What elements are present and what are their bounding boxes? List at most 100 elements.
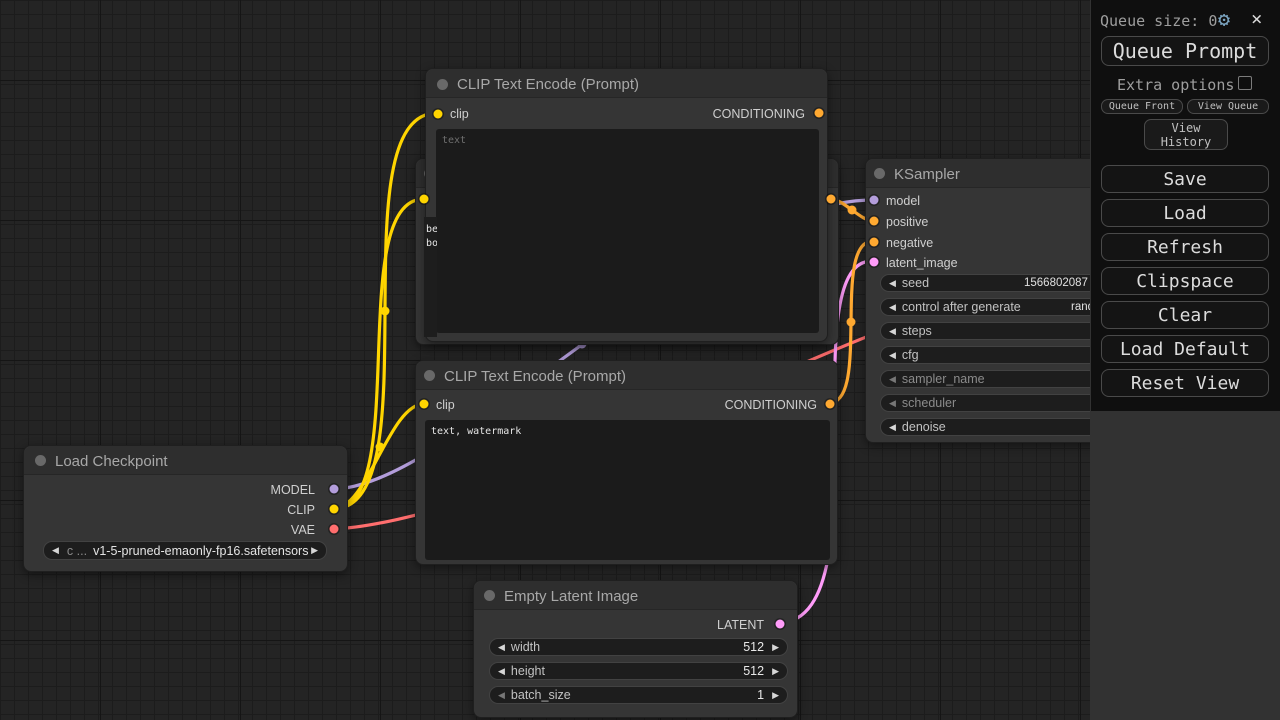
port-clip-input[interactable]	[420, 400, 429, 409]
increment-icon[interactable]: ▶	[772, 691, 779, 700]
port-conditioning-output[interactable]	[827, 195, 836, 204]
save-button[interactable]: Save	[1101, 165, 1269, 193]
port-clip-input[interactable]	[420, 195, 429, 204]
prompt-textarea[interactable]: text	[436, 129, 819, 333]
widget-label: c ...	[67, 544, 87, 558]
widget-label: denoise	[902, 420, 946, 434]
port-label: positive	[886, 215, 928, 229]
decrement-icon[interactable]: ◀	[889, 279, 896, 288]
widget-label: sampler_name	[902, 372, 985, 386]
link-dot	[847, 318, 856, 327]
collapse-dot-icon[interactable]	[35, 455, 46, 466]
port-label: LATENT	[717, 618, 764, 632]
node-title: Load Checkpoint	[55, 453, 168, 470]
collapse-dot-icon[interactable]	[874, 168, 885, 179]
widget-sampler-name[interactable]: ◀ sampler_name	[880, 370, 1090, 388]
link-dot	[848, 206, 857, 215]
port-negative-input[interactable]	[870, 238, 879, 247]
decrement-icon[interactable]: ◀	[889, 375, 896, 384]
port-positive-input[interactable]	[870, 217, 879, 226]
node-clip-text-encode-top[interactable]: CLIP Text Encode (Prompt) clip CONDITION…	[425, 68, 828, 342]
port-vae-output[interactable]	[330, 525, 339, 534]
widget-height[interactable]: ◀ height 512 ▶	[489, 662, 788, 680]
port-label: CONDITIONING	[725, 398, 817, 412]
node-title: KSampler	[894, 166, 960, 183]
decrement-icon[interactable]: ◀	[498, 643, 505, 652]
widget-seed[interactable]: ◀ seed 1566802087	[880, 274, 1090, 292]
widget-width[interactable]: ◀ width 512 ▶	[489, 638, 788, 656]
port-clip-output[interactable]	[330, 505, 339, 514]
port-latent-image-input[interactable]	[870, 258, 879, 267]
link-dot	[376, 443, 385, 452]
widget-denoise[interactable]: ◀ denoise	[880, 418, 1090, 436]
node-load-checkpoint[interactable]: Load Checkpoint MODEL CLIP VAE ◀ c ... v…	[23, 445, 348, 572]
increment-icon[interactable]: ▶	[772, 643, 779, 652]
refresh-button[interactable]: Refresh	[1101, 233, 1269, 261]
load-button[interactable]: Load	[1101, 199, 1269, 227]
graph-canvas[interactable]: be bo CLIP Text Encode (Prompt) clip CON…	[0, 0, 1090, 720]
port-conditioning-output[interactable]	[815, 109, 824, 118]
node-ksampler[interactable]: KSampler model positive negative latent_…	[865, 158, 1090, 443]
decrement-icon[interactable]: ◀	[889, 351, 896, 360]
port-model-input[interactable]	[870, 196, 879, 205]
port-label: negative	[886, 236, 933, 250]
close-icon[interactable]: ×	[1251, 8, 1262, 30]
widget-label: scheduler	[902, 396, 956, 410]
comfyui-app: be bo CLIP Text Encode (Prompt) clip CON…	[0, 0, 1280, 720]
next-option-icon[interactable]: ▶	[311, 546, 318, 555]
port-label: clip	[436, 398, 455, 412]
decrement-icon[interactable]: ◀	[889, 423, 896, 432]
view-queue-button[interactable]: View Queue	[1187, 99, 1269, 114]
widget-value: v1-5-pruned-emaonly-fp16.safetensors	[93, 544, 308, 558]
settings-gear-icon[interactable]: ⚙	[1218, 7, 1230, 31]
widget-value: 512	[743, 640, 764, 654]
prompt-line: be	[426, 223, 437, 237]
widget-label: steps	[902, 324, 932, 338]
node-empty-latent-image[interactable]: Empty Latent Image LATENT ◀ width 512 ▶ …	[473, 580, 798, 718]
prev-option-icon[interactable]: ◀	[52, 546, 59, 555]
widget-label: seed	[902, 276, 929, 290]
collapse-dot-icon[interactable]	[437, 79, 448, 90]
collapse-dot-icon[interactable]	[484, 590, 495, 601]
node-clip-text-encode-negative[interactable]: CLIP Text Encode (Prompt) clip CONDITION…	[415, 360, 838, 565]
widget-scheduler[interactable]: ◀ scheduler	[880, 394, 1090, 412]
clipspace-button[interactable]: Clipspace	[1101, 267, 1269, 295]
port-clip-input[interactable]	[434, 110, 443, 119]
increment-icon[interactable]: ▶	[772, 667, 779, 676]
port-label: CONDITIONING	[713, 107, 805, 121]
port-conditioning-output[interactable]	[826, 400, 835, 409]
clear-button[interactable]: Clear	[1101, 301, 1269, 329]
port-latent-output[interactable]	[776, 620, 785, 629]
link-dot	[381, 307, 390, 316]
port-model-output[interactable]	[330, 485, 339, 494]
decrement-icon[interactable]: ◀	[889, 399, 896, 408]
widget-value: 1566802087	[1024, 277, 1088, 289]
prompt-line: bo	[426, 237, 437, 251]
widget-steps[interactable]: ◀ steps	[880, 322, 1090, 340]
positive-prompt-textarea[interactable]: be bo	[424, 217, 437, 337]
widget-batch-size[interactable]: ◀ batch_size 1 ▶	[489, 686, 788, 704]
port-label: model	[886, 194, 920, 208]
queue-prompt-button[interactable]: Queue Prompt	[1101, 36, 1269, 66]
decrement-icon[interactable]: ◀	[889, 303, 896, 312]
decrement-icon[interactable]: ◀	[498, 691, 505, 700]
collapse-dot-icon[interactable]	[424, 370, 435, 381]
widget-control-after-generate[interactable]: ◀ control after generate randomize	[880, 298, 1090, 316]
widget-ckpt-name[interactable]: ◀ c ... v1-5-pruned-emaonly-fp16.safeten…	[43, 541, 327, 560]
extra-options-label: Extra options	[1117, 76, 1234, 94]
port-label: clip	[450, 107, 469, 121]
prompt-textarea[interactable]: text, watermark	[425, 420, 830, 560]
decrement-icon[interactable]: ◀	[889, 327, 896, 336]
view-history-button[interactable]: View History	[1144, 119, 1228, 150]
queue-front-button[interactable]: Queue Front	[1101, 99, 1183, 114]
comfy-menu: Queue size: 0 ⚙ × Queue Prompt Extra opt…	[1091, 0, 1280, 411]
widget-label: width	[511, 640, 540, 654]
load-default-button[interactable]: Load Default	[1101, 335, 1269, 363]
widget-label: cfg	[902, 348, 919, 362]
widget-value: 1	[757, 688, 764, 702]
reset-view-button[interactable]: Reset View	[1101, 369, 1269, 397]
widget-label: batch_size	[511, 688, 571, 702]
decrement-icon[interactable]: ◀	[498, 667, 505, 676]
widget-cfg[interactable]: ◀ cfg	[880, 346, 1090, 364]
extra-options-checkbox[interactable]	[1238, 76, 1252, 90]
